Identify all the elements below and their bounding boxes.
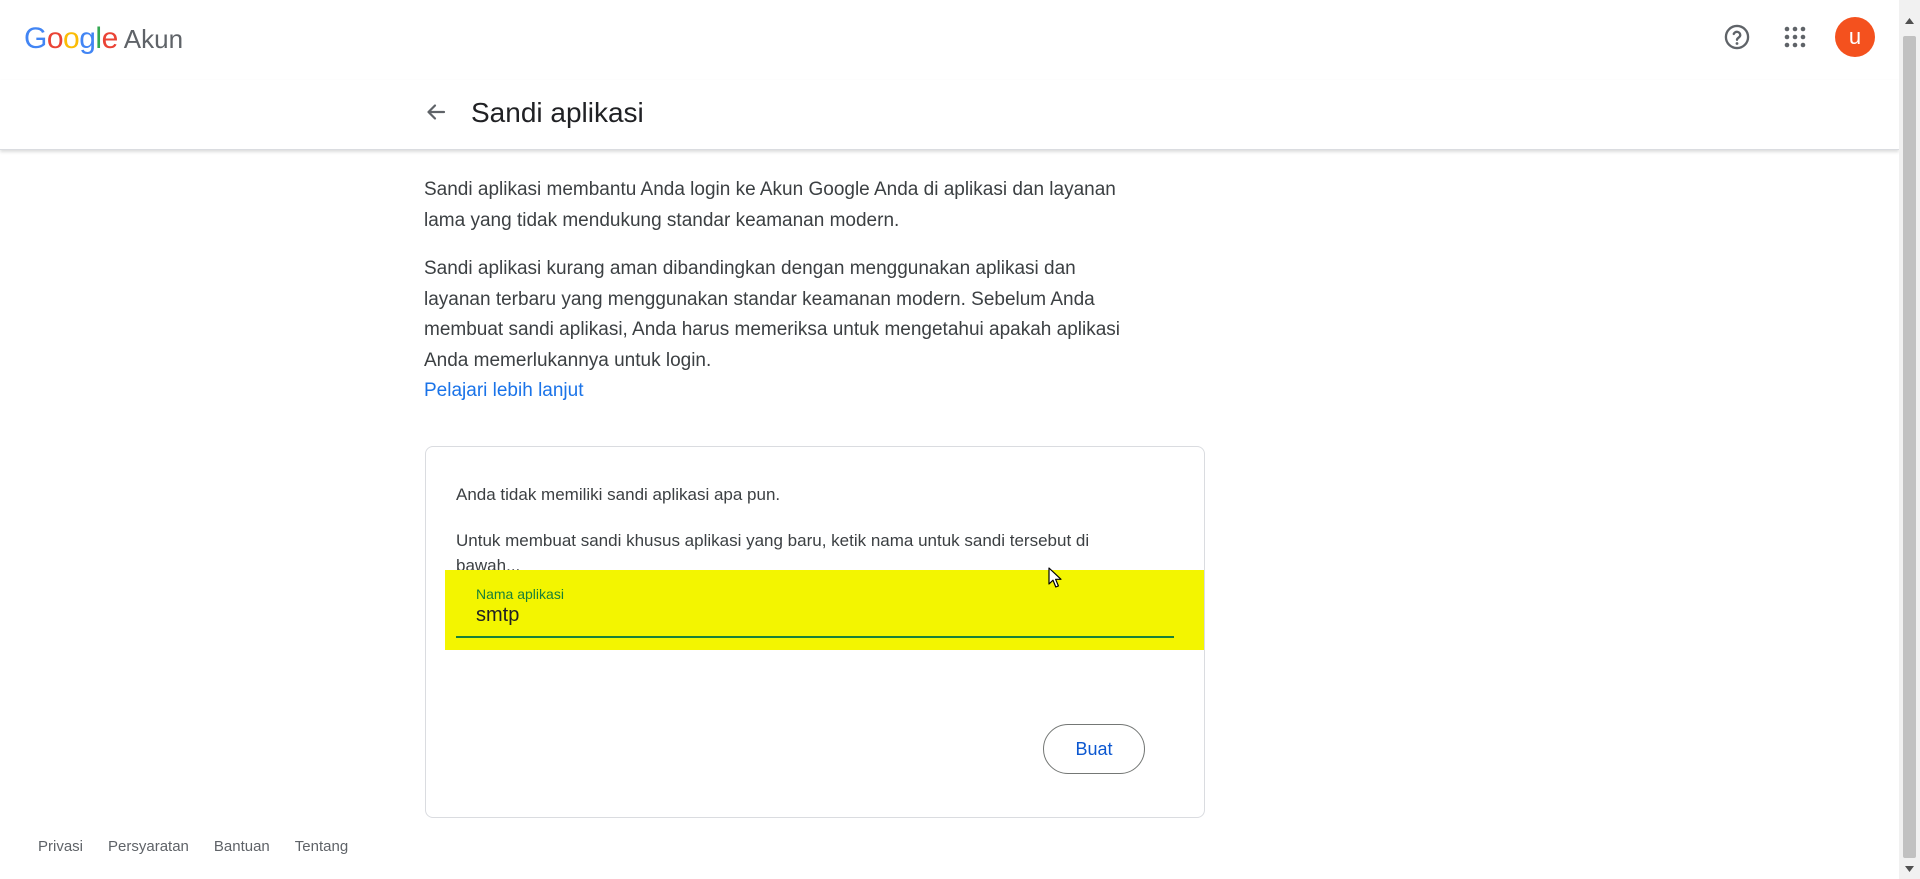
- back-button[interactable]: [418, 94, 454, 130]
- intro-paragraph: Sandi aplikasi membantu Anda login ke Ak…: [424, 179, 1116, 231]
- apps-grid-icon: [1784, 26, 1806, 48]
- page-title: Sandi aplikasi: [471, 97, 644, 128]
- scroll-thumb[interactable]: [1903, 36, 1916, 858]
- app-name-input[interactable]: [476, 604, 1156, 627]
- google-account-logo[interactable]: G o o g l e Akun: [24, 22, 183, 56]
- scroll-up-arrow-icon[interactable]: [1903, 14, 1916, 28]
- description: Sandi aplikasi membantu Anda login ke Ak…: [424, 175, 1124, 406]
- top-actions: u: [1717, 17, 1875, 57]
- logo-letter: e: [101, 22, 119, 55]
- no-passwords-text: Anda tidak memiliki sandi aplikasi apa p…: [456, 485, 781, 504]
- create-button[interactable]: Buat: [1043, 724, 1145, 774]
- scroll-down-arrow-icon[interactable]: [1903, 862, 1916, 876]
- app-name-field[interactable]: Nama aplikasi: [456, 576, 1174, 638]
- help-button[interactable]: [1717, 17, 1757, 57]
- warning-paragraph: Sandi aplikasi kurang aman dibandingkan …: [424, 258, 1121, 371]
- scrollbar[interactable]: [1899, 0, 1920, 879]
- learn-more-link[interactable]: Pelajari lebih lanjut: [424, 376, 1124, 406]
- logo-letter: G: [24, 22, 47, 55]
- footer-link-terms[interactable]: Persyaratan: [108, 838, 189, 855]
- logo-letter: g: [79, 22, 96, 55]
- footer-link-privacy[interactable]: Privasi: [38, 838, 83, 855]
- footer-link-about[interactable]: Tentang: [295, 838, 348, 855]
- page-header: Sandi aplikasi: [0, 80, 1899, 150]
- product-name: Akun: [123, 24, 184, 54]
- top-bar: G o o g l e Akun u: [0, 0, 1899, 80]
- help-circle-icon: [1724, 24, 1750, 50]
- avatar[interactable]: u: [1835, 17, 1875, 57]
- logo-letter: o: [63, 22, 80, 55]
- apps-button[interactable]: [1775, 17, 1815, 57]
- footer: Privasi Persyaratan Bantuan Tentang: [38, 838, 348, 855]
- arrow-back-icon: [427, 104, 446, 120]
- footer-link-help[interactable]: Bantuan: [214, 838, 270, 855]
- app-name-label: Nama aplikasi: [476, 586, 564, 602]
- logo-letter: o: [46, 22, 64, 55]
- app-password-card: Anda tidak memiliki sandi aplikasi apa p…: [425, 446, 1205, 818]
